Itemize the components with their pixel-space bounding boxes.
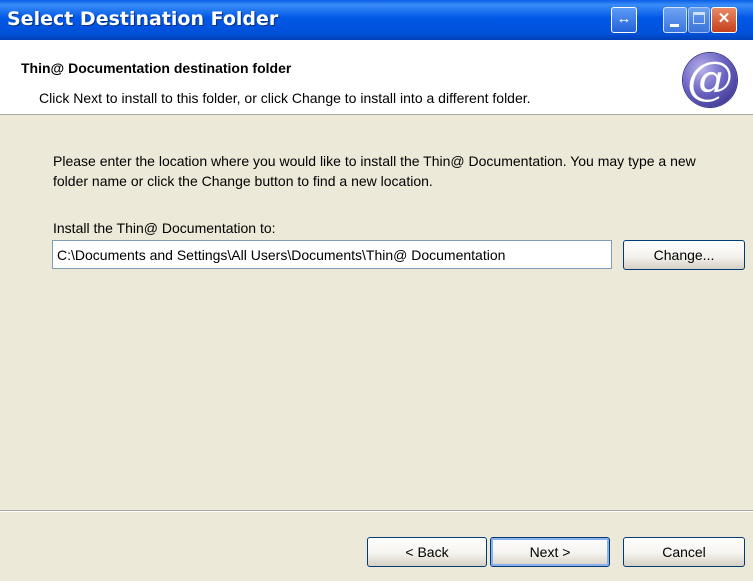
dialog-header: Thin@ Documentation destination folder C… <box>0 40 753 115</box>
cancel-button[interactable]: Cancel <box>623 537 745 567</box>
maximize-glyph <box>693 12 705 24</box>
window-title: Select Destination Folder <box>7 8 279 30</box>
resize-glyph: ↔ <box>616 10 632 27</box>
minimize-glyph <box>670 24 679 27</box>
resize-arrows-icon[interactable]: ↔ <box>611 7 637 33</box>
next-button[interactable]: Next > <box>490 537 610 567</box>
close-glyph: ✕ <box>717 10 731 27</box>
logo-glyph: @ <box>687 51 733 105</box>
title-bar[interactable]: Select Destination Folder ↔ ✕ <box>0 0 753 40</box>
header-subtitle: Click Next to install to this folder, or… <box>39 90 531 106</box>
back-button[interactable]: < Back <box>367 537 487 567</box>
change-button[interactable]: Change... <box>623 240 745 270</box>
header-title: Thin@ Documentation destination folder <box>21 60 292 76</box>
close-icon[interactable]: ✕ <box>711 7 737 33</box>
install-path-input[interactable] <box>52 240 612 269</box>
maximize-icon <box>688 7 710 33</box>
product-logo-icon: @ <box>683 53 737 107</box>
footer-divider <box>0 510 753 512</box>
minimize-icon[interactable] <box>663 7 687 33</box>
install-path-label: Install the Thin@ Documentation to: <box>53 220 276 236</box>
instructions-text: Please enter the location where you woul… <box>53 153 696 189</box>
